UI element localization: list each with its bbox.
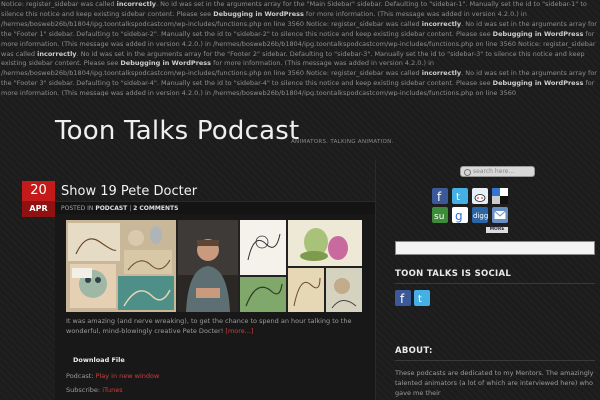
email-icon[interactable] bbox=[492, 207, 508, 223]
more-link[interactable]: [more...] bbox=[225, 327, 253, 335]
notice-emphasis: incorrectly bbox=[421, 19, 462, 28]
date-day: 20 bbox=[22, 181, 55, 201]
search-input[interactable]: search here... bbox=[460, 166, 535, 177]
notice-emphasis: incorrectly bbox=[37, 49, 77, 58]
download-file-link[interactable]: Download File bbox=[73, 356, 125, 364]
about-widget-rule bbox=[395, 360, 595, 361]
notice-emphasis[interactable]: Debugging in WordPress bbox=[493, 79, 584, 87]
excerpt-text: It was amazing (and nerve wreaking), to … bbox=[66, 317, 352, 335]
site-tagline: ANIMATORS. TALKING ANIMATION. bbox=[291, 139, 394, 145]
facebook-icon[interactable]: f bbox=[432, 188, 448, 204]
date-badge: 20 APR bbox=[22, 181, 55, 217]
comments-link[interactable]: 2 COMMENTS bbox=[133, 205, 178, 212]
more-share-button[interactable]: MORE bbox=[486, 227, 508, 233]
subscribe-label: Subscribe: bbox=[66, 386, 101, 394]
sidebar-divider bbox=[375, 160, 376, 400]
svg-text:g: g bbox=[455, 209, 463, 223]
svg-text:su: su bbox=[434, 212, 444, 222]
podcast-label: Podcast: bbox=[66, 372, 94, 380]
stumbleupon-icon[interactable]: su bbox=[432, 207, 448, 223]
notice-emphasis[interactable]: Debugging in WordPress bbox=[120, 59, 211, 67]
debug-notice: Notice: register_sidebar was called inco… bbox=[0, 0, 600, 96]
play-new-window-link[interactable]: Play in new window bbox=[96, 372, 160, 380]
meta-separator: | bbox=[129, 205, 132, 212]
post-title[interactable]: Show 19 Pete Docter bbox=[61, 184, 197, 199]
social-widget-rule bbox=[395, 283, 595, 284]
search-icon bbox=[464, 169, 471, 176]
posted-in-label: POSTED IN bbox=[61, 205, 94, 212]
digg-icon[interactable]: digg bbox=[472, 207, 488, 223]
reddit-icon[interactable] bbox=[472, 188, 488, 204]
social-twitter-icon[interactable]: t bbox=[414, 290, 430, 306]
search-placeholder: search here... bbox=[473, 168, 515, 175]
svg-text:t: t bbox=[418, 294, 422, 305]
category-link[interactable]: PODCAST bbox=[95, 205, 127, 212]
notice-emphasis: incorrectly bbox=[116, 0, 157, 8]
notice-text: Notice: register_sidebar was called bbox=[1, 0, 117, 8]
post-excerpt: It was amazing (and nerve wreaking), to … bbox=[66, 316, 366, 336]
svg-text:f: f bbox=[400, 292, 405, 306]
post-image-collage bbox=[66, 220, 362, 312]
subscribe-line: Subscribe: iTunes bbox=[66, 386, 123, 394]
notice-emphasis[interactable]: Debugging in WordPress bbox=[493, 30, 584, 38]
social-widget-title: TOON TALKS IS SOCIAL bbox=[395, 269, 512, 279]
itunes-link[interactable]: iTunes bbox=[102, 386, 122, 394]
social-facebook-icon[interactable]: f bbox=[395, 290, 411, 306]
sidebar-input[interactable] bbox=[395, 241, 595, 255]
podcast-line: Podcast: Play in new window bbox=[66, 372, 159, 380]
notice-emphasis[interactable]: Debugging in WordPress bbox=[213, 10, 304, 18]
svg-text:t: t bbox=[456, 192, 460, 203]
svg-text:digg: digg bbox=[473, 212, 488, 220]
svg-text:f: f bbox=[437, 190, 442, 204]
google-icon[interactable]: g bbox=[452, 207, 468, 223]
about-text: These podcasts are dedicated to my Mento… bbox=[395, 369, 594, 397]
site-title[interactable]: Toon Talks Podcast bbox=[55, 116, 299, 146]
post-meta: POSTED IN PODCAST | 2 COMMENTS bbox=[55, 201, 375, 214]
date-month: APR bbox=[22, 201, 55, 217]
twitter-icon[interactable]: t bbox=[452, 188, 468, 204]
post-image[interactable] bbox=[66, 220, 362, 312]
about-widget-title: ABOUT: bbox=[395, 346, 433, 356]
delicious-icon[interactable] bbox=[492, 188, 508, 204]
notice-emphasis: incorrectly bbox=[421, 69, 462, 78]
